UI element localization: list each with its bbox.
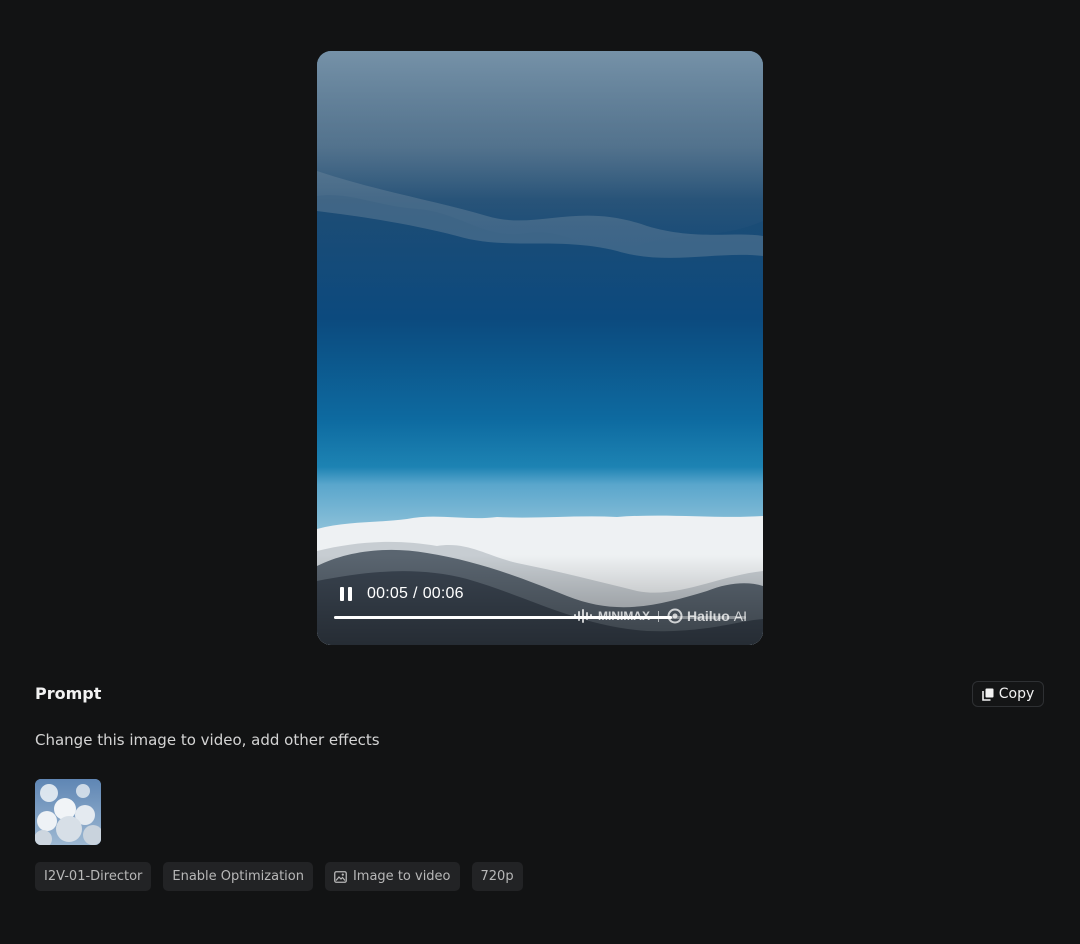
- copy-label: Copy: [998, 686, 1035, 702]
- waveform-icon: [573, 609, 592, 623]
- pause-button[interactable]: [337, 584, 355, 604]
- tag-label: Image to video: [352, 869, 451, 884]
- tag-label: Enable Optimization: [172, 869, 304, 884]
- tag-mode: Image to video: [324, 862, 460, 891]
- page: 00:05 / 00:06 MINIMAX Hailuo AI Prompt C…: [0, 0, 1080, 944]
- time-display: 00:05 / 00:06: [367, 585, 464, 603]
- image-icon: [334, 870, 347, 883]
- time-separator: /: [413, 585, 418, 602]
- watermark-product-suffix: AI: [733, 608, 747, 624]
- video-player[interactable]: 00:05 / 00:06 MINIMAX Hailuo AI: [317, 51, 763, 645]
- watermark-hailuo: Hailuo AI: [667, 608, 747, 624]
- watermark-brand-text: MINIMAX: [597, 609, 650, 623]
- watermark-divider: [657, 610, 659, 622]
- prompt-title: Prompt: [35, 684, 102, 703]
- tag-resolution: 720p: [471, 862, 523, 891]
- copy-icon: [981, 688, 994, 701]
- tag-model: I2V-01-Director: [35, 862, 152, 891]
- current-time: 00:05: [367, 585, 409, 602]
- watermark-product-text: Hailuo: [686, 608, 730, 624]
- duration: 00:06: [422, 585, 464, 602]
- source-image-thumbnail[interactable]: [35, 779, 101, 845]
- tag-list: I2V-01-Director Enable Optimization Imag…: [35, 862, 523, 891]
- thumbnail-image: [35, 779, 101, 845]
- tag-label: I2V-01-Director: [44, 869, 143, 884]
- video-frame: [317, 51, 763, 645]
- tag-optimization: Enable Optimization: [163, 862, 313, 891]
- hailuo-logo-icon: [667, 608, 683, 624]
- copy-button[interactable]: Copy: [972, 681, 1044, 707]
- player-controls: 00:05 / 00:06: [337, 584, 464, 604]
- watermark: MINIMAX Hailuo AI: [573, 608, 747, 624]
- tag-label: 720p: [480, 869, 514, 884]
- pause-icon: [340, 587, 352, 601]
- watermark-minimax: MINIMAX: [573, 609, 650, 623]
- prompt-text: Change this image to video, add other ef…: [35, 731, 380, 749]
